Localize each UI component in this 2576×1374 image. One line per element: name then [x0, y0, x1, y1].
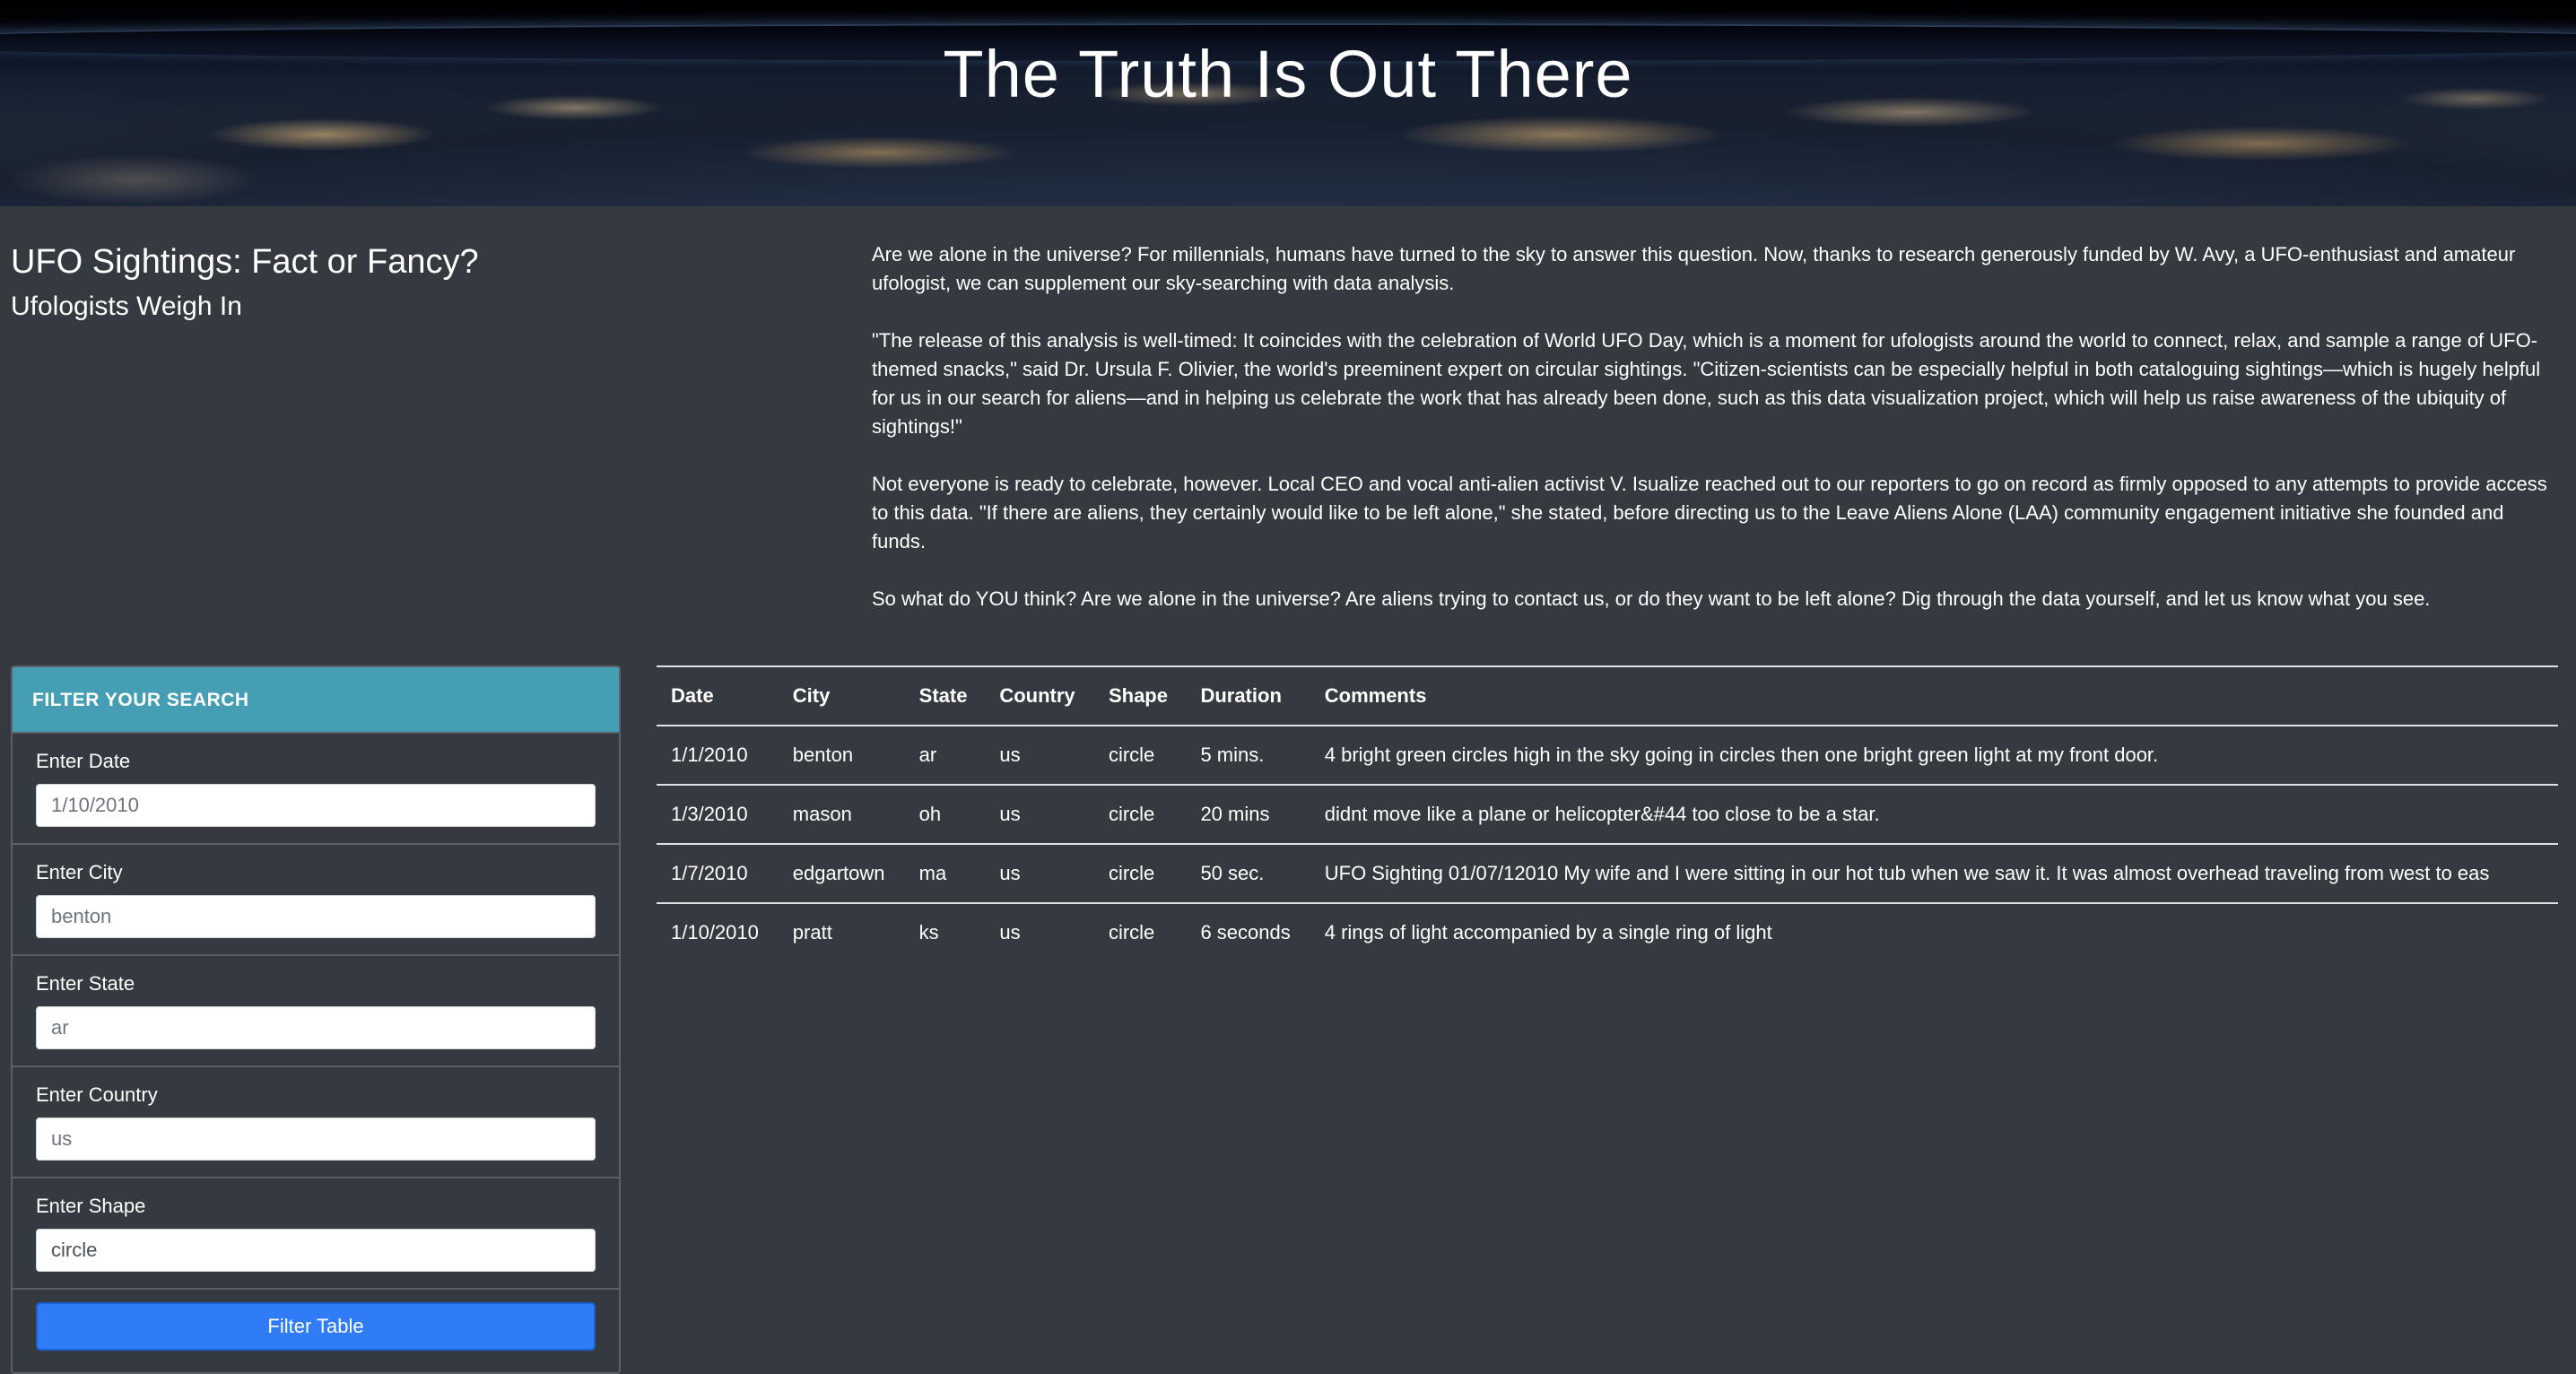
cell-date: 1/7/2010 [657, 844, 779, 904]
column-header-state: State [904, 665, 986, 726]
cell-comments: UFO Sighting 01/07/12010 My wife and I w… [1310, 844, 2558, 904]
hero-title: The Truth Is Out There [943, 37, 1633, 111]
article-paragraph: So what do YOU think? Are we alone in th… [872, 587, 2431, 610]
cell-comments: 4 rings of light accompanied by a single… [1324, 921, 1772, 944]
filter-date-group: Enter Date [13, 734, 619, 845]
cell-comments: didnt move like a plane or helicopter&#4… [1310, 785, 2558, 845]
cell-country: us [985, 726, 1094, 786]
article-paragraph: Are we alone in the universe? For millen… [872, 243, 2516, 294]
city-label: Enter City [36, 861, 123, 883]
cell-city: pratt [792, 921, 832, 944]
date-input[interactable] [36, 784, 596, 827]
column-header-duration: Duration [1186, 665, 1310, 726]
intro-article: Are we alone in the universe? For millen… [872, 240, 2558, 642]
cell-duration: 20 mins [1186, 785, 1310, 845]
cell-city: benton [778, 726, 905, 786]
table-row: 1/7/2010 edgartown ma us circle 50 sec. … [657, 844, 2558, 904]
sightings-table: Date City State Country Shape Duration C… [657, 665, 2558, 961]
cell-state: ma [904, 844, 986, 904]
article-paragraph: "The release of this analysis is well-ti… [872, 329, 2541, 438]
cell-shape: circle [1093, 785, 1187, 845]
cell-comments: 4 bright green circles high in the sky g… [1310, 726, 2558, 786]
filter-shape-group: Enter Shape [13, 1178, 619, 1290]
cell-duration: 6 seconds [1200, 921, 1291, 944]
city-input[interactable] [36, 895, 596, 938]
cell-city: mason [778, 785, 905, 845]
table-row: 1/1/2010 benton ar us circle 5 mins. 4 b… [657, 726, 2558, 786]
column-header-city: City [778, 665, 905, 726]
cell-date: 1/3/2010 [657, 785, 779, 845]
filter-button-row: Filter Table [13, 1290, 619, 1351]
state-input[interactable] [36, 1006, 596, 1049]
column-header-date: Date [657, 665, 779, 726]
filter-panel: FILTER YOUR SEARCH Enter Date Enter City… [11, 665, 621, 1374]
cell-state: oh [904, 785, 986, 845]
cell-date: 1/1/2010 [657, 726, 779, 786]
column-header-comments: Comments [1310, 665, 2558, 726]
state-label: Enter State [36, 972, 135, 995]
filter-header: FILTER YOUR SEARCH [13, 667, 619, 734]
shape-label: Enter Shape [36, 1195, 146, 1217]
filter-table-button[interactable]: Filter Table [36, 1302, 596, 1351]
filter-city-group: Enter City [13, 845, 619, 956]
cell-country: us [985, 785, 1094, 845]
column-header-shape: Shape [1093, 665, 1187, 726]
cell-state: ar [904, 726, 986, 786]
intro-title: UFO Sightings: Fact or Fancy? [11, 243, 479, 281]
column-header-country: Country [985, 665, 1094, 726]
table-header-row: Date City State Country Shape Duration C… [657, 665, 2558, 726]
country-input[interactable] [36, 1117, 596, 1161]
cell-date: 1/10/2010 [671, 921, 759, 944]
cell-duration: 5 mins. [1186, 726, 1310, 786]
table-row: 1/10/2010 pratt ks us circle 6 seconds 4… [657, 903, 2558, 961]
date-label: Enter Date [36, 750, 131, 772]
cell-shape: circle [1108, 921, 1155, 944]
cell-shape: circle [1093, 844, 1187, 904]
cell-state: ks [918, 921, 939, 944]
hero-banner: The Truth Is Out There [0, 0, 2576, 206]
cell-duration: 50 sec. [1186, 844, 1310, 904]
intro-heading: UFO Sightings: Fact or Fancy? Ufologists… [11, 242, 818, 323]
country-label: Enter Country [36, 1083, 158, 1106]
sightings-table-container: Date City State Country Shape Duration C… [657, 665, 2558, 961]
cell-country: us [985, 844, 1094, 904]
table-row: 1/3/2010 mason oh us circle 20 mins didn… [657, 785, 2558, 845]
intro-subtitle: Ufologists Weigh In [11, 291, 242, 321]
filter-country-group: Enter Country [13, 1067, 619, 1178]
cell-city: edgartown [778, 844, 905, 904]
cell-shape: circle [1093, 726, 1187, 786]
shape-input[interactable] [36, 1229, 596, 1272]
filter-state-group: Enter State [13, 956, 619, 1067]
article-paragraph: Not everyone is ready to celebrate, howe… [872, 473, 2547, 552]
cell-country: us [999, 921, 1021, 944]
